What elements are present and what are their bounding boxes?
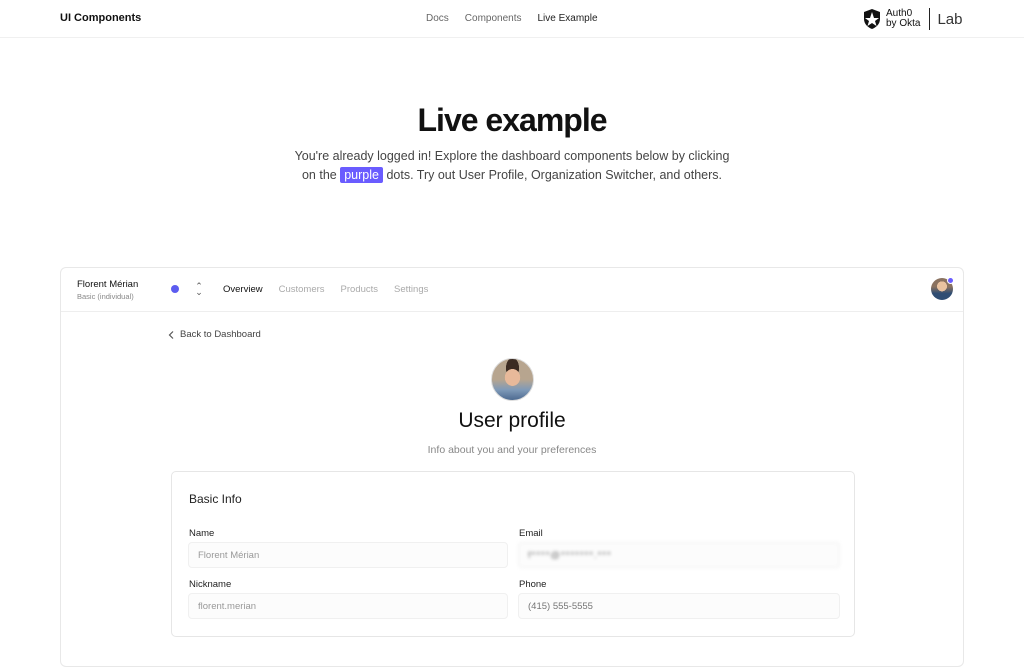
auth0-shield-icon xyxy=(864,9,880,29)
profile-title: User profile xyxy=(458,409,566,432)
hero-title: Live example xyxy=(417,102,608,138)
dashboard-frame: Florent Mérian Basic (individual) ⌃ ⌄ Ove… xyxy=(60,267,964,667)
logo-text: Auth0 by Okta xyxy=(886,9,920,29)
nickname-field[interactable] xyxy=(188,593,508,619)
phone-label: Phone xyxy=(519,579,547,590)
basic-info-card: Basic Info Name Email f****@*******.*** … xyxy=(171,471,855,637)
dashboard-tabs: Overview Customers Products Settings xyxy=(223,284,428,295)
chevron-up-down-icon[interactable]: ⌃ ⌄ xyxy=(195,282,203,297)
org-switcher-purple-dot[interactable] xyxy=(171,285,179,293)
chevron-left-icon xyxy=(168,330,174,339)
hero-desc-after: dots. Try out User Profile, Organization… xyxy=(386,168,723,182)
tab-customers[interactable]: Customers xyxy=(279,284,325,295)
org-name[interactable]: Florent Mérian xyxy=(77,279,138,290)
dashboard-header: Florent Mérian Basic (individual) ⌃ ⌄ Ove… xyxy=(61,268,963,312)
purple-highlight: purple xyxy=(340,167,383,183)
profile-avatar xyxy=(491,358,534,401)
name-field[interactable] xyxy=(188,542,508,568)
email-label: Email xyxy=(519,528,543,539)
phone-field[interactable] xyxy=(518,593,840,619)
logo-lab: Lab xyxy=(937,10,963,28)
nickname-label: Nickname xyxy=(189,579,232,590)
back-link-label: Back to Dashboard xyxy=(180,329,261,340)
nav-link-components[interactable]: Components xyxy=(465,13,522,24)
card-title: Basic Info xyxy=(189,492,242,506)
org-plan: Basic (individual) xyxy=(77,292,134,301)
user-menu-purple-dot[interactable] xyxy=(947,277,954,284)
nav-links: Docs Components Live Example xyxy=(426,13,598,24)
tab-settings[interactable]: Settings xyxy=(394,284,428,295)
email-field[interactable]: f****@*******.*** xyxy=(518,542,840,568)
tab-products[interactable]: Products xyxy=(341,284,379,295)
name-label: Name xyxy=(189,528,215,539)
profile-subtitle: Info about you and your preferences xyxy=(427,444,597,456)
brand-title[interactable]: UI Components xyxy=(60,12,141,24)
nav-link-live-example[interactable]: Live Example xyxy=(538,13,598,24)
logo-divider xyxy=(929,8,931,30)
tab-overview[interactable]: Overview xyxy=(223,284,263,295)
auth0-lab-logo[interactable]: Auth0 by Okta Lab xyxy=(863,7,963,31)
back-to-dashboard-link[interactable]: Back to Dashboard xyxy=(168,329,261,340)
logo-line-2: by Okta xyxy=(886,18,921,29)
top-nav: UI Components Docs Components Live Examp… xyxy=(0,0,1024,38)
nav-link-docs[interactable]: Docs xyxy=(426,13,449,24)
hero-description: You're already logged in! Explore the da… xyxy=(287,147,737,185)
